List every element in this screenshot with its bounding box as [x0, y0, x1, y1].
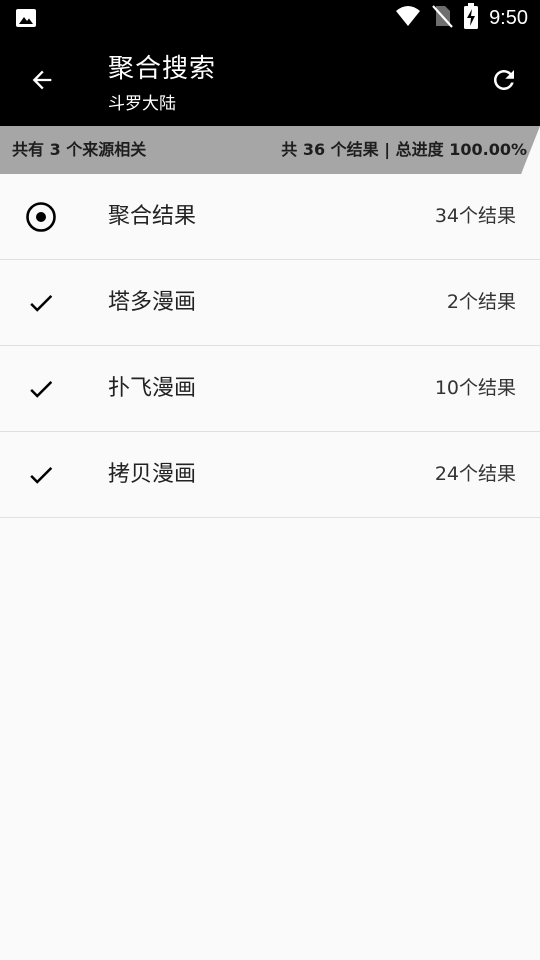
status-bar: 9:50 — [0, 0, 540, 36]
total-progress-text: 共 36 个结果 | 总进度 100.00% — [281, 140, 527, 159]
check-icon — [24, 372, 58, 406]
refresh-icon — [489, 65, 519, 99]
source-name: 聚合结果 — [108, 204, 197, 229]
list-item-source[interactable]: 扑飞漫画 10个结果 — [0, 346, 540, 432]
search-progress-bar: 共有 3 个来源相关 共 36 个结果 | 总进度 100.00% — [0, 126, 540, 174]
no-sim-icon — [431, 4, 453, 32]
page-subtitle: 斗罗大陆 — [108, 94, 176, 114]
app-bar: 聚合搜索 斗罗大陆 — [0, 36, 540, 126]
result-count: 24个结果 — [434, 463, 516, 485]
battery-charging-icon — [463, 3, 479, 33]
source-name: 拷贝漫画 — [108, 462, 197, 487]
wifi-icon — [395, 5, 421, 31]
status-time: 9:50 — [489, 6, 528, 29]
source-name: 扑飞漫画 — [108, 376, 197, 401]
check-icon — [24, 286, 58, 320]
page-title: 聚合搜索 — [108, 54, 217, 84]
image-notification-icon — [14, 6, 38, 34]
source-count-text: 共有 3 个来源相关 — [12, 140, 147, 159]
source-name: 塔多漫画 — [108, 290, 197, 315]
arrow-back-icon — [28, 66, 56, 98]
refresh-button[interactable] — [480, 58, 528, 106]
list-item-aggregate[interactable]: 聚合结果 34个结果 — [0, 174, 540, 260]
result-count: 34个结果 — [434, 205, 516, 227]
radio-selected-icon — [24, 200, 58, 234]
results-list: 聚合结果 34个结果 塔多漫画 2个结果 扑飞漫画 10个结果 拷贝漫画 24个… — [0, 174, 540, 518]
list-item-source[interactable]: 塔多漫画 2个结果 — [0, 260, 540, 346]
back-button[interactable] — [18, 58, 66, 106]
result-count: 2个结果 — [446, 291, 516, 313]
check-icon — [24, 458, 58, 492]
list-item-source[interactable]: 拷贝漫画 24个结果 — [0, 432, 540, 518]
result-count: 10个结果 — [434, 377, 516, 399]
